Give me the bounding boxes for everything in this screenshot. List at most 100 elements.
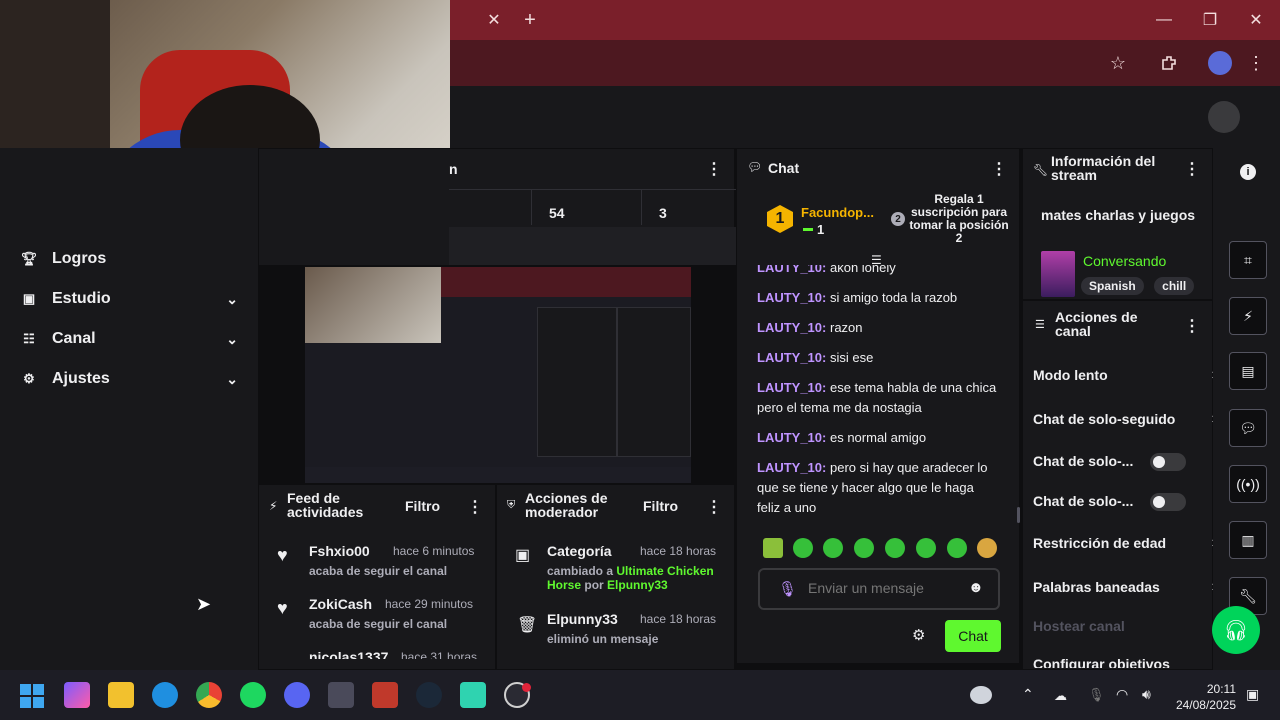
chat-username[interactable]: LAUTY_10: — [757, 290, 826, 305]
support-headset-icon[interactable]: 🎧︎ — [1212, 606, 1260, 654]
chat-username[interactable]: LAUTY_10: — [757, 460, 826, 475]
chevron-up-icon[interactable]: ⌃ — [1022, 686, 1034, 703]
bookmark-star-icon[interactable]: ☆ — [1102, 47, 1134, 79]
edge-icon[interactable] — [152, 682, 178, 708]
mod-link[interactable]: Elpunny33 — [607, 578, 668, 592]
emote-icon[interactable] — [916, 538, 936, 558]
mod-action-time: hace 18 horas — [640, 544, 717, 558]
browser-menu-icon[interactable]: ⋮ — [1240, 47, 1272, 79]
stream-preview-video[interactable] — [305, 267, 691, 483]
bolt-icon[interactable]: ⚡︎ — [1229, 297, 1267, 335]
game-app-icon[interactable] — [460, 682, 486, 708]
screenshot-icon[interactable]: ⌗ — [1229, 241, 1267, 279]
tag-chill[interactable]: chill — [1154, 277, 1195, 295]
tag-spanish[interactable]: Spanish — [1081, 277, 1144, 295]
wifi-icon[interactable]: ◠ — [1116, 686, 1128, 703]
leader-name[interactable]: Facundop... — [801, 205, 874, 220]
user-avatar[interactable] — [1208, 101, 1240, 133]
profile-avatar[interactable] — [1208, 51, 1232, 75]
send-chat-button[interactable]: Chat — [945, 620, 1001, 652]
slow-mode-row[interactable]: Modo lento› — [1033, 366, 1217, 383]
filter-button[interactable]: Filtro — [405, 498, 440, 514]
banned-words-row[interactable]: Palabras baneadas› — [1033, 578, 1217, 595]
copilot-icon[interactable] — [64, 682, 90, 708]
new-tab-button[interactable]: + — [514, 4, 546, 36]
emote-icon[interactable] — [885, 538, 905, 558]
chat-username[interactable]: LAUTY_10: — [757, 320, 826, 335]
chat-icon[interactable]: 💬︎ — [1229, 409, 1267, 447]
emote-icon[interactable] — [854, 538, 874, 558]
emote-icon[interactable] — [823, 538, 843, 558]
chrome-icon[interactable] — [196, 682, 222, 708]
info-icon[interactable]: i — [1240, 164, 1256, 180]
start-tile — [33, 697, 44, 708]
weather-icon[interactable] — [970, 686, 992, 704]
emote-icon[interactable] — [947, 538, 967, 558]
chat-username[interactable]: LAUTY_10: — [757, 380, 826, 395]
sidenav-item-estudio[interactable]: ▣ Estudio ⌄ — [20, 286, 240, 312]
action-label: Chat de solo-seguido — [1033, 411, 1176, 427]
extensions-icon[interactable] — [1153, 47, 1185, 79]
mic-tray-icon[interactable]: 🎙︎ — [1088, 687, 1105, 703]
category-box-art[interactable] — [1041, 251, 1075, 297]
feed-user[interactable]: nicolas1337 — [309, 649, 388, 659]
window-close-button[interactable]: ✕ — [1240, 4, 1272, 36]
spotify-icon[interactable] — [240, 682, 266, 708]
close-tab-icon[interactable]: ✕ — [478, 4, 510, 36]
mod-action-user[interactable]: Elpunny33 — [547, 611, 618, 627]
panel-options-icon[interactable]: ⋮ — [991, 159, 1007, 179]
feed-user[interactable]: Fshxio00 — [309, 543, 370, 559]
emote-icon[interactable] — [793, 538, 813, 558]
emote-icon[interactable] — [977, 538, 997, 558]
file-explorer-icon[interactable] — [108, 682, 134, 708]
gift-sub-cta[interactable]: Regala 1 suscripción para tomar la posic… — [909, 193, 1009, 245]
steam-icon[interactable] — [416, 682, 442, 708]
subs-only-toggle[interactable] — [1150, 453, 1186, 471]
chat-bubble-icon: 💬︎ — [747, 160, 763, 174]
broadcast-icon[interactable]: ((•)) — [1229, 465, 1267, 503]
microphone-icon[interactable]: 🎙︎ — [778, 580, 797, 598]
layout-icon[interactable]: ▥ — [1229, 521, 1267, 559]
feed-user[interactable]: ZokiCash — [309, 596, 372, 612]
emote-only-toggle[interactable] — [1150, 493, 1186, 511]
notifications-icon[interactable]: ▣ — [1246, 686, 1259, 703]
panel-options-icon[interactable]: ⋮ — [467, 497, 483, 517]
category-link[interactable]: Conversando — [1083, 253, 1166, 269]
goals-row[interactable]: Configurar objetivos› — [1033, 656, 1209, 668]
filter-button[interactable]: Filtro — [643, 498, 678, 514]
mod-action-time: hace 18 horas — [640, 612, 717, 626]
discord-icon[interactable] — [284, 682, 310, 708]
windows-start-icon[interactable] — [20, 684, 44, 708]
panel-options-icon[interactable]: ⋮ — [1184, 316, 1200, 336]
minimize-button[interactable]: — — [1148, 4, 1180, 36]
clock[interactable]: 20:11 24/08/2025 — [1172, 681, 1236, 713]
chat-input-box[interactable]: 🎙︎ ☻ — [758, 568, 1000, 610]
notes-icon[interactable]: ▤ — [1229, 352, 1267, 390]
volume-icon[interactable]: 🔊︎ — [1142, 686, 1151, 703]
start-tile — [20, 684, 31, 695]
age-restriction-row[interactable]: Restricción de edad› — [1033, 534, 1217, 551]
sidenav-item-ajustes[interactable]: ⚙ Ajustes ⌄ — [20, 366, 240, 392]
tray-icon[interactable]: ☁ — [1054, 688, 1067, 704]
mod-actions-panel: ⛨ Acciones de moderador Filtro ⋮ ▣ Categ… — [496, 484, 735, 670]
chat-settings-gear-icon[interactable]: ⚙ — [912, 626, 925, 644]
recording-indicator — [522, 683, 531, 692]
chat-username[interactable]: LAUTY_10: — [757, 430, 826, 445]
panel-options-icon[interactable]: ⋮ — [706, 497, 722, 517]
emoji-picker-icon[interactable]: ☻ — [968, 579, 984, 596]
emote-icon[interactable] — [763, 538, 783, 558]
chat-username[interactable]: LAUTY_10: — [757, 265, 826, 275]
maximize-button[interactable]: ❐ — [1194, 4, 1226, 36]
winrar-icon[interactable] — [372, 682, 398, 708]
trash-icon: 🗑︎ — [517, 617, 538, 634]
sidenav-item-logros[interactable]: 🏆︎ Logros — [20, 246, 240, 272]
chat-message-input[interactable] — [808, 578, 948, 598]
chat-scrollbar[interactable] — [1017, 507, 1020, 523]
panel-options-icon[interactable]: ⋮ — [706, 159, 722, 179]
app-icon[interactable] — [328, 682, 354, 708]
followers-only-row[interactable]: Chat de solo-seguido› — [1033, 410, 1217, 427]
chat-username[interactable]: LAUTY_10: — [757, 350, 826, 365]
panel-options-icon[interactable]: ⋮ — [1184, 159, 1200, 179]
sidenav-item-canal[interactable]: ☷ Canal ⌄ — [20, 326, 240, 352]
sidenav-item-label: Estudio — [52, 290, 111, 307]
